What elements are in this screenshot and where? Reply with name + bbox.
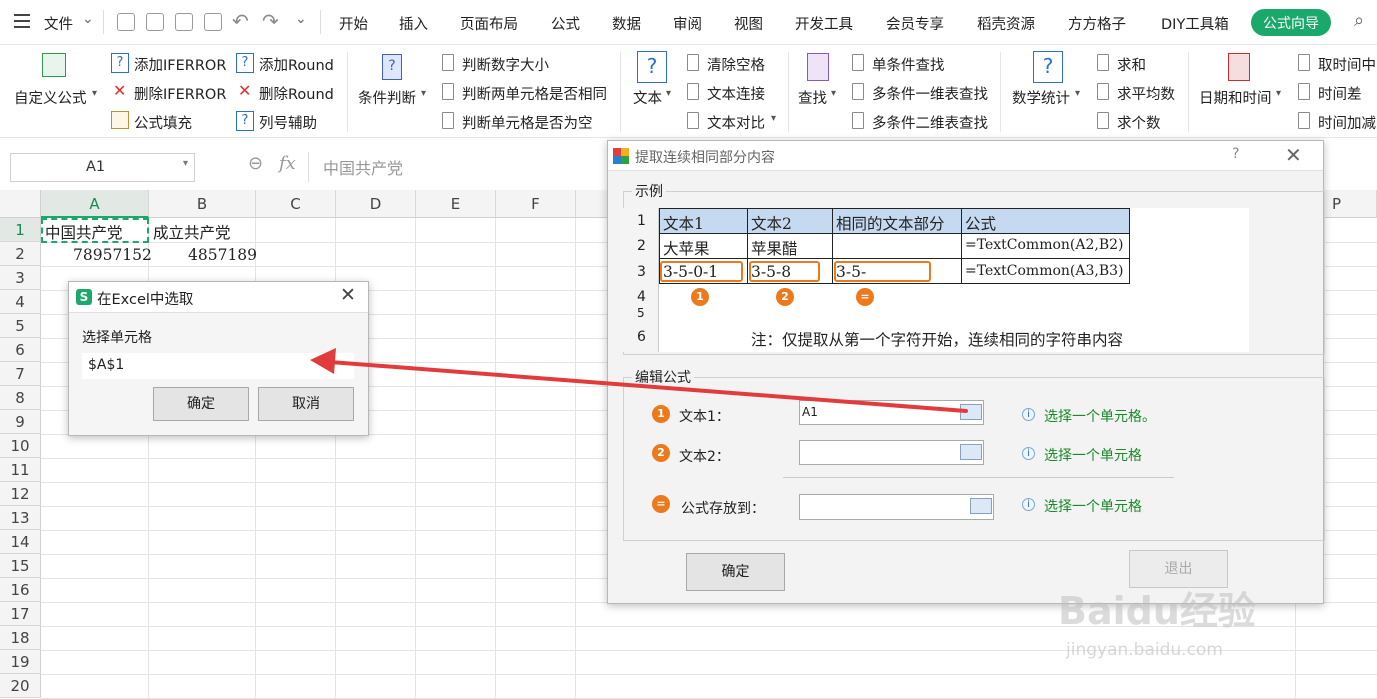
watermark-brand: Baidu经验 [1058, 589, 1256, 633]
watermark-url: jingyan.baidu.com [1066, 640, 1223, 660]
